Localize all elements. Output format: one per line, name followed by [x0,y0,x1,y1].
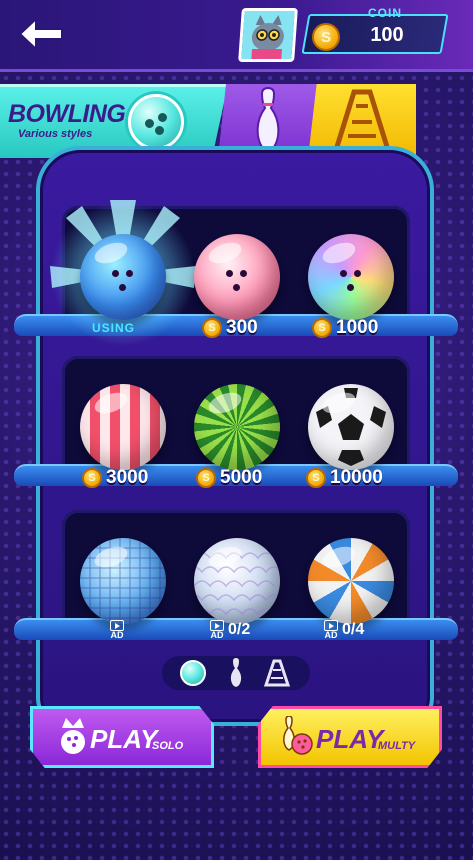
player-avatar[interactable] [238,8,298,62]
unlock-beach[interactable]: AD 0/4 [324,620,364,640]
ball-rainbow[interactable] [308,234,394,320]
coin-icon: S [312,23,340,51]
ad-label: AD [210,630,224,640]
category-pager [162,656,310,690]
disco-grid-icon [80,538,166,624]
pins-ball-icon [283,716,313,755]
price-watermelon-value: 5000 [220,467,263,488]
unlock-scales[interactable]: AD 0/2 [210,620,250,640]
coin-label: COIN [368,6,402,20]
tab-bowling-title: BOWLING [8,100,126,128]
video-ad-icon [110,620,124,631]
play-multi-sub: MULTY [378,740,416,752]
ball-blue[interactable] [80,234,166,320]
price-pink-value: 300 [226,317,258,338]
bowling-ball-icon [128,94,184,150]
price-striped: S 3000 [82,466,148,490]
play-multi-label: PLAY [316,724,384,754]
price-rainbow: S 1000 [312,316,378,340]
price-soccer-value: 10000 [330,467,383,488]
play-solo-label: PLAY [90,724,158,754]
back-button[interactable] [14,14,68,54]
coin-icon: S [312,318,332,338]
ball-disco[interactable] [80,538,166,624]
unlock-disco[interactable]: AD [110,620,124,640]
ball-beach[interactable] [308,538,394,624]
coin-value: 100 [370,24,404,46]
price-striped-value: 3000 [106,467,149,488]
scale-pattern-icon [194,552,280,616]
coin-icon: S [306,468,326,488]
ball-soccer[interactable] [308,384,394,470]
ad-label: AD [110,630,124,640]
ball-watermelon[interactable] [194,384,280,470]
play-solo-sub: SOLO [152,740,184,752]
unlock-scales-progress: 0/2 [228,621,251,638]
back-arrow-icon [18,17,63,51]
video-ad-icon [210,620,224,631]
coin-icon: S [196,468,216,488]
pager-pin-icon[interactable] [226,658,246,688]
price-soccer: S 10000 [306,466,383,490]
price-rainbow-value: 1000 [336,317,379,338]
tab-bowling-subtitle: Various styles [18,128,93,140]
video-ad-icon [324,620,338,631]
ball-scales[interactable] [194,538,280,624]
unlock-beach-progress: 0/4 [342,621,365,638]
coin-icon: S [202,318,222,338]
soccer-pattern-icon [316,388,386,466]
crown-ball-icon [61,718,85,754]
ball-pink[interactable] [194,234,280,320]
coin-icon: S [82,468,102,488]
pager-lane-icon[interactable] [262,658,292,688]
pager-ball-icon[interactable] [180,660,206,686]
ball-striped[interactable] [80,384,166,470]
price-watermelon: S 5000 [196,466,262,490]
price-pink: S 300 [202,316,258,340]
using-label: USING [92,321,136,335]
cat-avatar-icon [241,11,295,61]
ad-label: AD [324,630,338,640]
